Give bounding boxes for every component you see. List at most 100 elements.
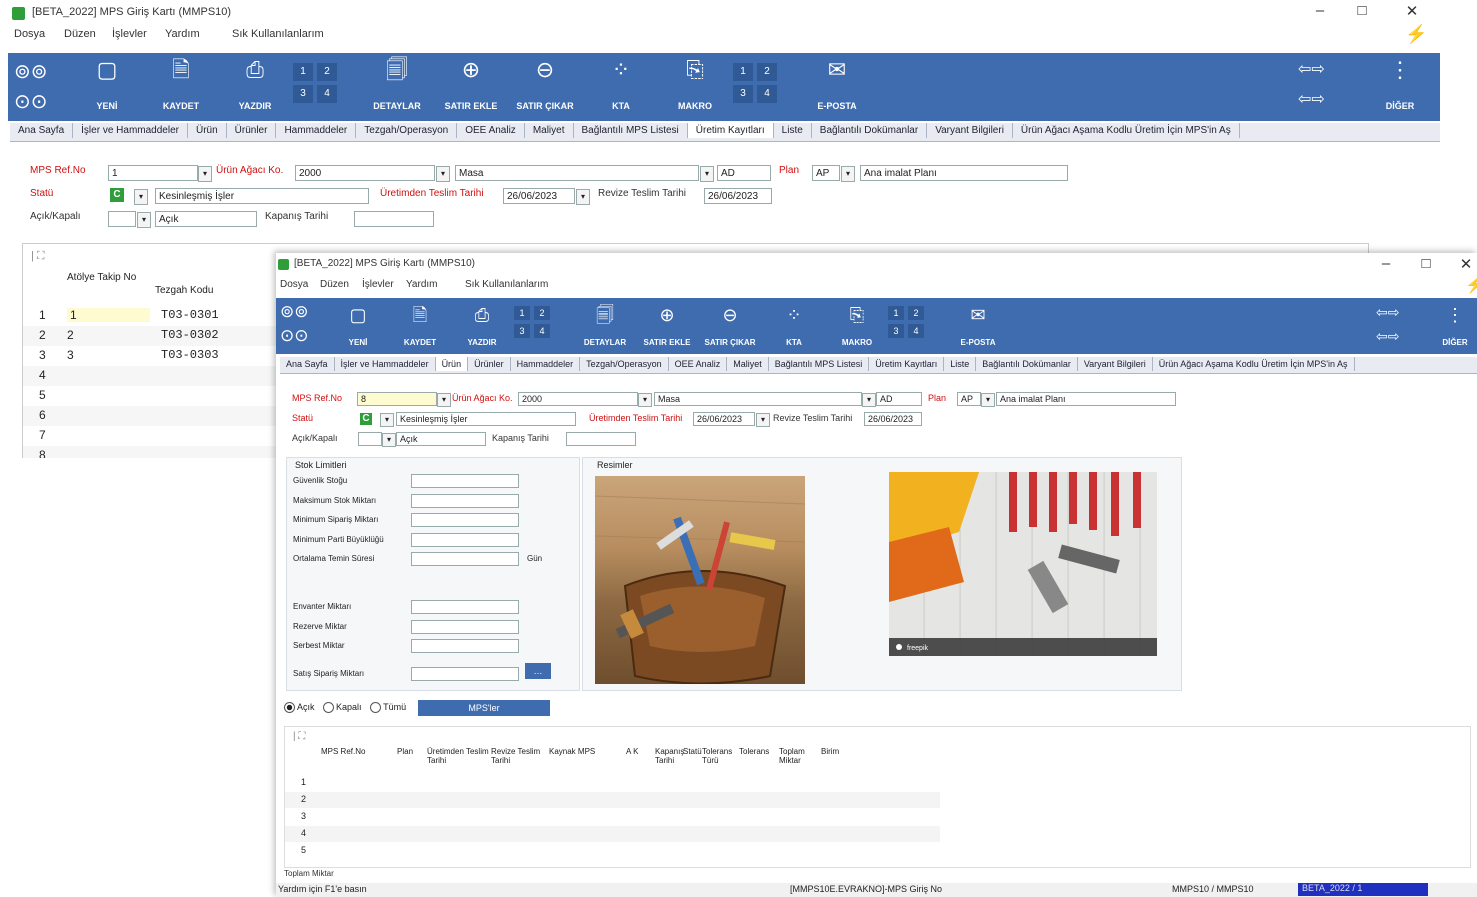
minimize-icon[interactable]: – — [1371, 255, 1401, 272]
table-row[interactable]: 8 — [23, 446, 283, 458]
takip-cell[interactable]: 1 — [67, 308, 150, 322]
tab-urun[interactable]: Ürün — [435, 357, 469, 371]
tab-maliyet[interactable]: Maliyet — [525, 123, 574, 138]
menu-islevler[interactable]: İşlevler — [112, 28, 147, 40]
chevron-down-icon[interactable]: ▾ — [841, 166, 855, 182]
tab-liste[interactable]: Liste — [774, 123, 812, 138]
tab-uretim-kayitlari[interactable]: Üretim Kayıtları — [687, 123, 774, 138]
remove-row-button[interactable]: ⊖ SATIR ÇIKAR — [516, 57, 573, 117]
grid-4[interactable]: 4 — [534, 324, 550, 338]
table-row[interactable]: 1 1 T03-0301 — [23, 306, 283, 326]
urun-agaci-input[interactable]: 2000 — [295, 165, 435, 181]
stok2-row-3-input[interactable] — [411, 666, 519, 681]
grid2-2[interactable]: 2 — [908, 306, 924, 320]
chevron-down-icon[interactable]: ▾ — [382, 433, 396, 447]
stok-row-2-input[interactable] — [411, 513, 519, 527]
chevron-down-icon[interactable]: ▾ — [134, 189, 148, 205]
radio-tumu[interactable] — [370, 702, 382, 714]
uretimden-date-input[interactable]: 26/06/2023 — [503, 188, 575, 204]
mps-list-button[interactable]: MPS'ler — [418, 700, 550, 716]
prev-next-icon[interactable]: ⊙⊙ — [280, 326, 309, 346]
menu-duzen[interactable]: Düzen — [320, 279, 349, 290]
grid2-3[interactable]: 3 — [888, 324, 904, 338]
tab-urun[interactable]: Ürün — [188, 123, 227, 138]
radio-acik[interactable] — [284, 702, 295, 714]
tab-urun-agaci[interactable]: Ürün Ağacı Aşama Kodlu Üretim İçin MPS'i… — [1013, 123, 1240, 138]
tab-varyant[interactable]: Varyant Bilgileri — [927, 123, 1013, 138]
prev-next-icon[interactable]: ⊙⊙ — [14, 89, 48, 114]
email-button[interactable]: ✉ E-POSTA — [961, 302, 996, 352]
grid-2[interactable]: 2 — [317, 63, 337, 81]
tab-liste[interactable]: Liste — [944, 357, 977, 371]
mps-ref-input[interactable]: 8 — [357, 392, 437, 406]
save-button[interactable]: 🗎 KAYDET — [404, 302, 436, 352]
stok2-row-1-input[interactable] — [411, 619, 519, 634]
stok2-row-2-input[interactable] — [411, 639, 519, 653]
add-row-button[interactable]: ⊕ SATIR EKLE — [644, 302, 691, 352]
chevron-down-icon[interactable]: ▾ — [380, 413, 394, 427]
tab-baglantili-mps[interactable]: Bağlantılı MPS Listesi — [574, 123, 688, 138]
grid2-3[interactable]: 3 — [733, 85, 753, 103]
lookup-button[interactable]: … — [525, 663, 551, 679]
macro-button[interactable]: ⎘ MAKRO — [678, 57, 712, 117]
menu-yardim[interactable]: Yardım — [165, 28, 200, 40]
tab-urun-agaci[interactable]: Ürün Ağacı Aşama Kodlu Üretim İçin MPS'i… — [1153, 357, 1355, 371]
plan-input[interactable]: AP — [812, 165, 840, 181]
new-button[interactable]: ▢ YENİ — [90, 57, 124, 117]
nav-arrows[interactable]: ⇦⇨ ⇦⇨ — [1298, 57, 1348, 117]
menu-islevler[interactable]: İşlevler — [362, 279, 394, 290]
table-row[interactable]: 7 — [23, 426, 283, 446]
new-button[interactable]: ▢ YENİ — [344, 302, 372, 352]
acik-select[interactable] — [358, 432, 382, 446]
kapanis-input[interactable] — [566, 432, 636, 446]
tab-isler[interactable]: İşler ve Hammaddeler — [73, 123, 188, 138]
chevron-down-icon[interactable]: ▾ — [700, 166, 714, 182]
grid-3[interactable]: 3 — [293, 85, 313, 103]
tezgah-cell[interactable]: T03-0303 — [161, 348, 219, 362]
chevron-down-icon[interactable]: ▾ — [756, 413, 770, 427]
menu-duzen[interactable]: Düzen — [64, 28, 96, 40]
chevron-down-icon[interactable]: ▾ — [862, 393, 876, 407]
other-button[interactable]: ⋮ DİĞER — [1441, 302, 1469, 352]
chevron-down-icon[interactable]: ▾ — [981, 393, 995, 407]
tab-varyant[interactable]: Varyant Bilgileri — [1078, 357, 1153, 371]
print-button[interactable]: ⎙ YAZDIR — [467, 302, 496, 352]
first-record-icon[interactable]: ⊚⊚ — [280, 302, 309, 322]
table-row[interactable]: 6 — [23, 406, 283, 426]
table-row[interactable]: 2 — [285, 792, 940, 808]
lightning-icon[interactable]: ⚡ — [1465, 275, 1477, 295]
tab-tezgah[interactable]: Tezgah/Operasyon — [580, 357, 669, 371]
tab-ana-sayfa[interactable]: Ana Sayfa — [280, 357, 335, 371]
chevron-down-icon[interactable]: ▾ — [198, 166, 212, 182]
stok-row-4-input[interactable] — [411, 552, 519, 566]
details-button[interactable]: 🗐 DETAYLAR — [584, 302, 626, 352]
takip-cell[interactable]: 3 — [67, 348, 74, 362]
table-row[interactable]: 4 — [285, 826, 940, 842]
grid2-4[interactable]: 4 — [757, 85, 777, 103]
first-record-icon[interactable]: ⊚⊚ — [14, 59, 48, 84]
stok-row-1-input[interactable] — [411, 493, 519, 508]
tab-urunler[interactable]: Ürünler — [468, 357, 511, 371]
mps-ref-input[interactable]: 1 — [108, 165, 198, 181]
maximize-icon[interactable]: □ — [1347, 2, 1377, 19]
maximize-icon[interactable]: □ — [1411, 255, 1441, 272]
tab-ana-sayfa[interactable]: Ana Sayfa — [10, 123, 74, 138]
acik-select[interactable] — [108, 211, 136, 227]
grid2-1[interactable]: 1 — [888, 306, 904, 320]
menu-sik-kullanilanlar[interactable]: Sık Kullanılanlarım — [465, 279, 548, 290]
uretimden-date-input[interactable]: 26/06/2023 — [693, 412, 755, 426]
tezgah-cell[interactable]: T03-0301 — [161, 308, 219, 322]
grid2-4[interactable]: 4 — [908, 324, 924, 338]
grid2-2[interactable]: 2 — [757, 63, 777, 81]
close-icon[interactable]: ✕ — [1451, 255, 1477, 273]
tezgah-cell[interactable]: T03-0302 — [161, 328, 219, 342]
tab-baglantili-dok[interactable]: Bağlantılı Dokümanlar — [976, 357, 1078, 371]
grid-1[interactable]: 1 — [293, 63, 313, 81]
tab-oee[interactable]: OEE Analiz — [457, 123, 525, 138]
takip-cell[interactable]: 2 — [67, 328, 74, 342]
kta-button[interactable]: ⁘ KTA — [780, 302, 808, 352]
kapanis-input[interactable] — [354, 211, 434, 227]
grid-1[interactable]: 1 — [514, 306, 530, 320]
tab-maliyet[interactable]: Maliyet — [727, 357, 769, 371]
tab-tezgah[interactable]: Tezgah/Operasyon — [356, 123, 458, 138]
